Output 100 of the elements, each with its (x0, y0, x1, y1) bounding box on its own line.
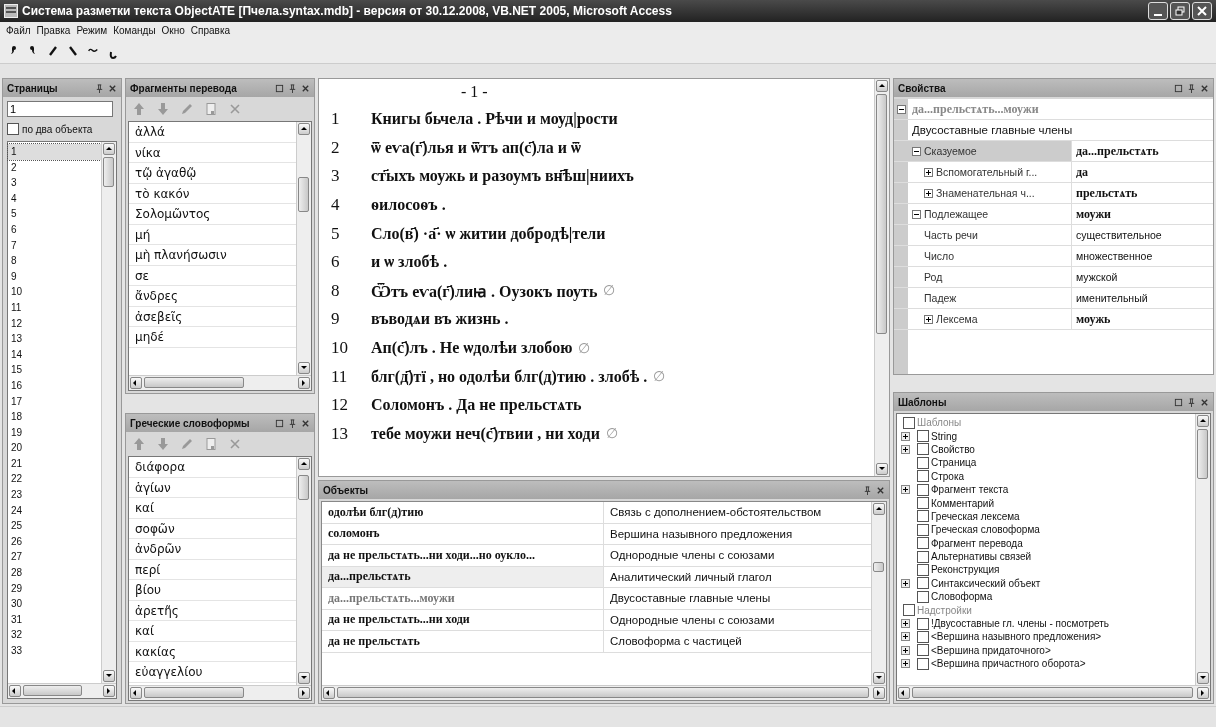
page-list-item[interactable]: 15 (8, 362, 101, 378)
minimize-button[interactable] (1148, 2, 1168, 20)
horizontal-scrollbar[interactable] (129, 375, 311, 390)
page-list-item[interactable]: 26 (8, 533, 101, 550)
page-list-item[interactable]: 10 (8, 284, 101, 300)
expand-icon[interactable] (924, 167, 933, 177)
tree-item[interactable]: Надстройки (917, 604, 972, 616)
pin-icon[interactable] (288, 418, 297, 428)
property-value[interactable]: да (1072, 162, 1213, 182)
property-value[interactable]: мужской (1072, 267, 1213, 287)
table-cell[interactable]: одолѣи блг(д)тию (322, 502, 604, 523)
menu-item[interactable]: Команды (113, 25, 156, 36)
page-list-item[interactable]: 6 (8, 221, 101, 238)
checkbox[interactable] (903, 604, 915, 617)
checkbox[interactable] (917, 537, 929, 550)
vertical-scrollbar[interactable] (296, 122, 311, 375)
page-list-item[interactable]: 9 (8, 268, 101, 285)
page-list-item[interactable]: 12 (8, 315, 101, 332)
menu-item[interactable]: Справка (190, 25, 231, 36)
close-icon[interactable] (108, 83, 117, 93)
expand-icon[interactable] (901, 619, 910, 629)
restore-button[interactable] (1170, 2, 1190, 20)
tree-item[interactable]: Синтаксический объект (931, 577, 1041, 589)
expand-icon[interactable] (924, 188, 933, 198)
window-icon[interactable] (1174, 397, 1183, 407)
checkbox[interactable] (917, 443, 929, 456)
table-cell[interactable]: Однородные члены с союзами (604, 609, 871, 630)
tree-item[interactable]: Свойство (931, 443, 975, 455)
tree-item[interactable]: Фрагмент перевода (931, 537, 1023, 549)
expand-icon[interactable] (901, 645, 910, 655)
expand-icon[interactable] (924, 314, 933, 324)
checkbox[interactable] (903, 416, 915, 429)
reversed-comma-icon[interactable] (28, 45, 38, 57)
page-list-item[interactable]: 2 (8, 159, 101, 176)
tree-item[interactable]: Комментарий (931, 497, 994, 509)
expand-icon[interactable] (901, 632, 910, 642)
table-cell[interactable]: да не прельстѧть...ни ходи...но оукло... (322, 545, 604, 566)
property-value[interactable]: моужь (1072, 309, 1213, 329)
vertical-scrollbar[interactable] (871, 502, 886, 685)
horizontal-scrollbar[interactable] (129, 685, 311, 700)
property-name[interactable]: Подлежащее (908, 204, 1072, 224)
table-cell[interactable]: Связь с дополнением-обстоятельством (604, 502, 871, 523)
property-value[interactable]: множественное (1072, 246, 1213, 266)
checkbox[interactable] (917, 590, 929, 603)
page-list-item[interactable]: 32 (8, 627, 101, 643)
page-list-item[interactable]: 27 (8, 549, 101, 566)
menu-item[interactable]: Правка (36, 25, 71, 36)
property-value[interactable]: существительное (1072, 225, 1213, 245)
tree-item[interactable]: Словоформа (931, 591, 993, 603)
checkbox[interactable] (7, 123, 19, 135)
vertical-scrollbar[interactable] (101, 142, 116, 683)
pin-icon[interactable] (288, 83, 297, 93)
checkbox[interactable] (917, 483, 929, 496)
close-icon[interactable] (1200, 83, 1209, 93)
checkbox[interactable] (917, 456, 929, 469)
page-list-item[interactable]: 29 (8, 580, 101, 597)
property-name[interactable]: Падеж (908, 288, 1072, 308)
property-name[interactable]: Вспомогательный г... (908, 162, 1072, 182)
pin-icon[interactable] (1187, 397, 1196, 407)
table-cell[interactable]: Вершина назывного предложения (604, 523, 871, 544)
page-list-item[interactable]: 8 (8, 253, 101, 269)
expand-icon[interactable] (901, 444, 910, 454)
property-value[interactable]: прельстѧть (1072, 183, 1213, 203)
page-list-item[interactable]: 33 (8, 643, 101, 659)
tree-item[interactable]: Реконструкция (931, 564, 1000, 576)
checkbox[interactable] (917, 617, 929, 630)
property-name[interactable]: Число (908, 246, 1072, 266)
checkbox[interactable] (917, 550, 929, 563)
horizontal-scrollbar[interactable] (897, 685, 1210, 700)
checkbox[interactable] (917, 577, 929, 590)
pin-icon[interactable] (95, 83, 104, 93)
horizontal-scrollbar[interactable] (8, 683, 116, 698)
close-icon[interactable] (1200, 397, 1209, 407)
page-list-item[interactable]: 25 (8, 518, 101, 534)
pin-icon[interactable] (1187, 83, 1196, 93)
page-list-item[interactable]: 18 (8, 409, 101, 425)
page-list-item[interactable]: 17 (8, 393, 101, 410)
page-list-item[interactable]: 13 (8, 331, 101, 347)
window-icon[interactable] (275, 418, 284, 428)
page-list-item[interactable]: 21 (8, 455, 101, 472)
close-icon[interactable] (301, 418, 310, 428)
tree-item[interactable]: Греческая лексема (931, 510, 1020, 522)
table-cell[interactable]: да...прельстѧть (322, 566, 604, 587)
checkbox[interactable] (917, 630, 929, 643)
checkbox[interactable] (917, 497, 929, 510)
expand-icon[interactable] (901, 578, 910, 588)
checkbox[interactable] (917, 564, 929, 576)
menu-item[interactable]: Окно (161, 25, 185, 36)
checkbox[interactable] (917, 430, 929, 443)
property-name[interactable]: Род (908, 267, 1072, 287)
tree-item[interactable]: Строка (931, 470, 965, 482)
page-list-item[interactable]: 14 (8, 346, 101, 363)
page-list-item[interactable]: 23 (8, 487, 101, 503)
tree-item[interactable]: Страница (931, 457, 977, 469)
tree-item[interactable]: <Вершина назывного предложения> (931, 631, 1102, 643)
hook-icon[interactable] (108, 49, 118, 61)
page-list-item[interactable]: 24 (8, 502, 101, 519)
grave-accent-icon[interactable] (68, 45, 78, 57)
checkbox[interactable] (917, 510, 929, 523)
checkbox[interactable] (917, 470, 929, 483)
